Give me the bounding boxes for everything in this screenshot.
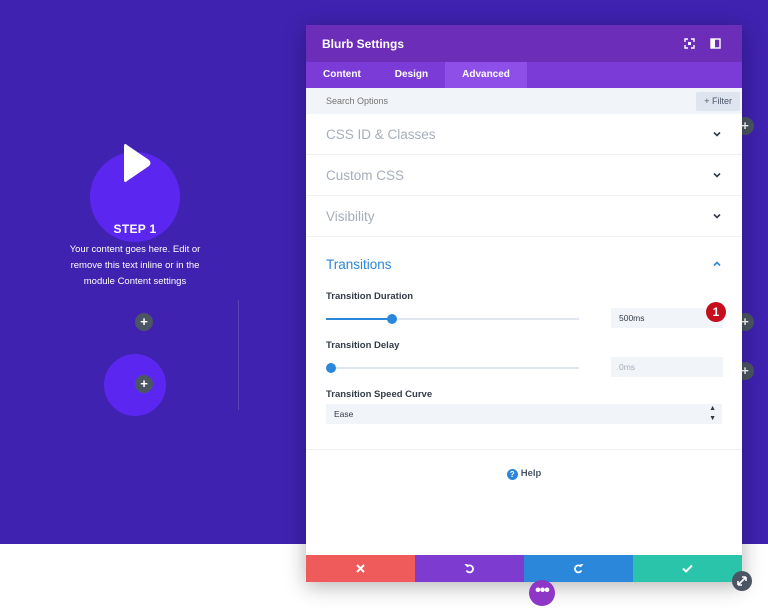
section-visibility[interactable]: Visibility <box>306 196 742 237</box>
transition-delay-control: 0ms <box>326 357 723 379</box>
split-view-icon[interactable] <box>704 33 726 55</box>
help-icon[interactable]: ? <box>506 469 518 480</box>
tab-design[interactable]: Design <box>378 62 445 88</box>
undo-button[interactable] <box>415 555 524 582</box>
chevron-down-icon <box>713 172 721 178</box>
filter-button[interactable]: + Filter <box>696 92 740 111</box>
blurb-title: STEP 1 <box>113 222 157 236</box>
save-button[interactable] <box>633 555 742 582</box>
redo-button[interactable] <box>524 555 633 582</box>
section-transitions: Transitions Transition Duration 500ms Tr… <box>306 237 742 424</box>
chevron-down-icon <box>713 213 721 219</box>
help-area: ? Help <box>306 449 742 480</box>
search-options-input[interactable] <box>326 96 526 106</box>
modal-title: Blurb Settings <box>322 36 405 51</box>
blurb-body-text: Your content goes here. Edit or remove t… <box>69 244 201 287</box>
chevron-up-icon <box>713 261 721 267</box>
annotation-badge: 1 <box>706 302 726 322</box>
modal-footer <box>306 555 742 582</box>
add-module-button-2[interactable]: + <box>135 375 153 393</box>
delay-value-input[interactable]: 0ms <box>611 357 723 377</box>
section-css-id-classes[interactable]: CSS ID & Classes <box>306 114 742 155</box>
transition-delay-label: Transition Delay <box>326 340 400 351</box>
column-divider <box>238 300 239 410</box>
undo-icon <box>464 564 474 574</box>
transition-speed-curve-label: Transition Speed Curve <box>326 389 433 400</box>
help-link[interactable]: Help <box>521 468 542 479</box>
close-icon <box>356 564 365 573</box>
section-label: CSS ID & Classes <box>326 126 436 142</box>
fullscreen-icon[interactable] <box>678 33 700 55</box>
speed-curve-select[interactable]: Ease ▲ ▼ <box>326 404 722 424</box>
section-label: Custom CSS <box>326 167 405 183</box>
tab-advanced[interactable]: Advanced <box>445 62 527 88</box>
section-label: Transitions <box>326 256 392 272</box>
duration-slider-handle[interactable] <box>386 314 397 324</box>
transition-duration-control: 500ms <box>326 308 723 330</box>
more-options-button[interactable]: ••• <box>529 580 555 606</box>
select-arrows-icon: ▲ ▼ <box>709 405 716 422</box>
delay-slider-track[interactable] <box>326 367 579 369</box>
duration-slider-fill <box>326 318 392 320</box>
section-label: Visibility <box>326 208 375 224</box>
delay-slider-handle[interactable] <box>326 363 336 373</box>
play-icon <box>124 143 151 183</box>
speed-curve-value: Ease <box>334 409 354 419</box>
transition-duration-label: Transition Duration <box>326 291 414 302</box>
chevron-down-icon <box>713 131 721 137</box>
search-bar: + Filter <box>306 88 742 114</box>
section-custom-css[interactable]: Custom CSS <box>306 155 742 196</box>
tab-content[interactable]: Content <box>306 62 378 88</box>
modal-header: Blurb Settings <box>306 25 742 62</box>
checkmark-icon <box>682 564 693 573</box>
section-transitions-header[interactable]: Transitions <box>326 237 722 291</box>
blurb-settings-modal: Blurb Settings Content Design Advanced +… <box>306 25 742 582</box>
resize-handle-icon[interactable] <box>732 571 752 591</box>
redo-icon <box>574 564 584 574</box>
settings-tabs: Content Design Advanced <box>306 62 742 88</box>
add-module-button[interactable]: + <box>135 313 153 331</box>
cancel-button[interactable] <box>306 555 415 582</box>
